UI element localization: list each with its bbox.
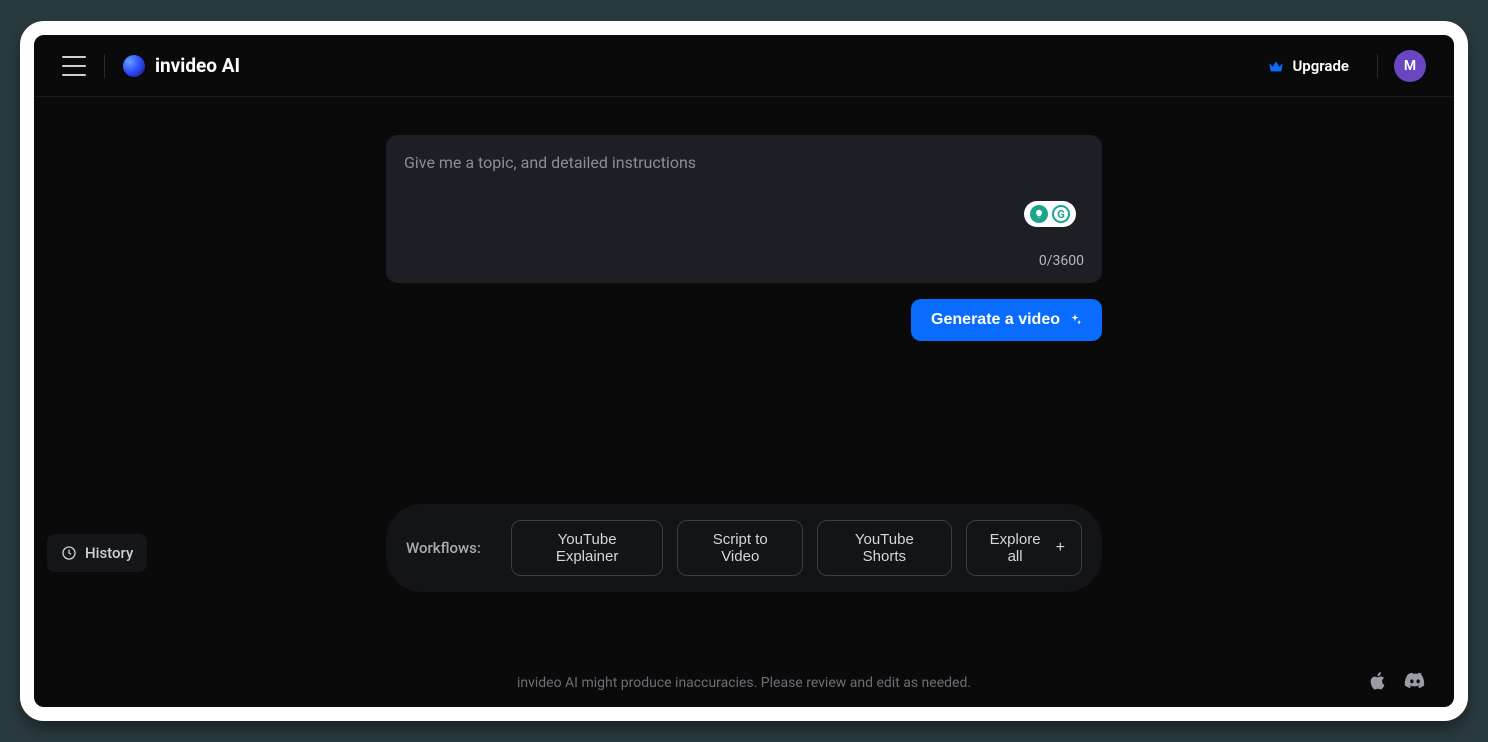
avatar-initial: M [1404,58,1416,74]
bulb-icon [1030,205,1048,223]
main-content: G 0/3600 Generate a video History Workfl… [34,97,1454,707]
avatar[interactable]: M [1394,50,1426,82]
discord-icon[interactable] [1404,672,1426,694]
menu-icon[interactable] [62,56,86,76]
brand-home[interactable]: invideo AI [123,54,240,77]
workflow-explore-all[interactable]: Explore all + [966,520,1082,576]
workflow-youtube-shorts[interactable]: YouTube Shorts [817,520,951,576]
history-label: History [85,544,133,562]
workflow-chip-label: Script to Video [694,531,786,565]
writing-assist-badge[interactable]: G [1024,201,1076,227]
apple-icon[interactable] [1370,671,1388,695]
generate-row: Generate a video [386,299,1102,341]
workflows-label: Workflows: [406,539,481,557]
char-count: 0/3600 [404,253,1084,269]
header-left: invideo AI [62,54,240,78]
crown-icon [1268,59,1284,73]
header-right: Upgrade M [1256,50,1426,82]
workflow-chip-label: YouTube Shorts [834,531,934,565]
footer-icons [1370,671,1426,695]
app-window: invideo AI Upgrade M G [20,21,1468,721]
upgrade-label: Upgrade [1292,57,1349,75]
brand-logo-icon [123,55,145,77]
disclaimer-text: invideo AI might produce inaccuracies. P… [517,675,971,691]
prompt-card: G 0/3600 [386,135,1102,283]
workflows-bar: Workflows: YouTube Explainer Script to V… [386,504,1102,592]
header: invideo AI Upgrade M [34,35,1454,97]
footer: invideo AI might produce inaccuracies. P… [34,659,1454,707]
history-button[interactable]: History [47,534,147,572]
divider [104,54,105,78]
brand-name: invideo AI [155,54,240,77]
plus-icon: + [1056,540,1065,556]
workflow-chip-label: YouTube Explainer [528,531,647,565]
explore-label: Explore all [983,531,1048,565]
workflow-youtube-explainer[interactable]: YouTube Explainer [511,520,664,576]
generate-label: Generate a video [931,311,1060,329]
grammarly-icon: G [1052,205,1070,223]
sparkle-icon [1068,313,1082,327]
workflow-script-to-video[interactable]: Script to Video [677,520,803,576]
clock-icon [61,545,77,561]
divider [1377,54,1378,78]
upgrade-button[interactable]: Upgrade [1256,51,1361,81]
generate-video-button[interactable]: Generate a video [911,299,1102,341]
prompt-input[interactable] [404,153,1084,249]
